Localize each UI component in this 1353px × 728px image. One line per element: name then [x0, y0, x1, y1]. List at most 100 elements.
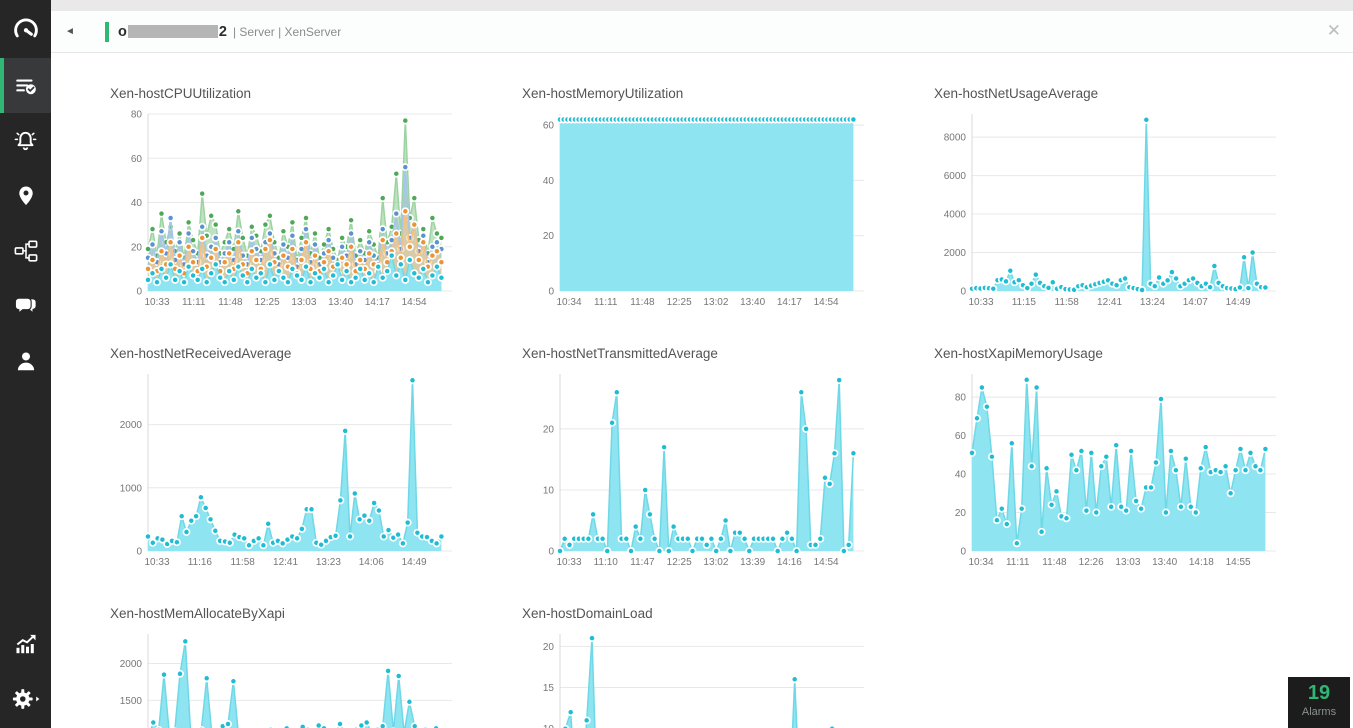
svg-text:8000: 8000	[944, 133, 967, 144]
svg-text:11:15: 11:15	[1012, 297, 1037, 308]
sidebar-item-alarms[interactable]	[0, 113, 51, 168]
svg-text:40: 40	[131, 198, 143, 209]
svg-text:60: 60	[955, 431, 967, 442]
svg-text:11:48: 11:48	[1042, 557, 1067, 568]
sidebar-item-settings[interactable]	[0, 671, 51, 726]
area-chart[interactable]: 05101520	[522, 629, 864, 728]
svg-text:13:03: 13:03	[1115, 557, 1140, 568]
settings-gear-icon	[12, 688, 39, 709]
svg-text:13:39: 13:39	[740, 557, 765, 568]
svg-text:20: 20	[955, 508, 967, 519]
area-chart[interactable]: 0 2000 4000 6000 8000 10:33 11:15 11:58 12:41 13:…	[934, 109, 1276, 309]
app-logo[interactable]	[0, 0, 51, 58]
svg-text:4000: 4000	[944, 210, 967, 221]
alarm-bell-icon	[14, 131, 37, 151]
chart-title: Xen-hostNetTransmittedAverage	[522, 346, 718, 361]
sidebar-item-reports[interactable]	[0, 616, 51, 671]
svg-text:13:40: 13:40	[1152, 557, 1177, 568]
charts-panel: Xen-hostCPUUtilization 0 20 40 60 80 10:33 11:…	[51, 53, 1353, 728]
window-top-strip	[51, 0, 1353, 11]
redacted-monitor-name	[127, 25, 218, 38]
svg-text:12:41: 12:41	[1097, 297, 1122, 308]
svg-text:13:24: 13:24	[1140, 297, 1165, 308]
svg-text:11:48: 11:48	[630, 297, 655, 308]
svg-text:11:10: 11:10	[594, 557, 619, 568]
svg-text:14:55: 14:55	[1226, 557, 1251, 568]
svg-text:0: 0	[136, 287, 142, 298]
svg-text:10:33: 10:33	[556, 557, 581, 568]
charts-grid: Xen-hostCPUUtilization 0 20 40 60 80 10:33 11:…	[51, 53, 1353, 728]
area-chart[interactable]: 0500100015002000	[110, 629, 452, 728]
chart-host-domain-load: Xen-hostDomainLoad 05101520	[522, 606, 934, 728]
svg-text:14:54: 14:54	[402, 297, 427, 308]
svg-text:14:54: 14:54	[814, 557, 839, 568]
alarms-count: 19	[1307, 682, 1331, 704]
svg-text:60: 60	[543, 121, 555, 132]
svg-text:60: 60	[131, 154, 143, 165]
chat-bubbles-icon	[14, 297, 36, 315]
chart-host-net-received-average: Xen-hostNetReceivedAverage 0 1000 2000 10:3…	[110, 346, 522, 606]
svg-text:14:06: 14:06	[359, 557, 384, 568]
sidebar-item-monitors[interactable]	[0, 58, 51, 113]
svg-text:2000: 2000	[120, 420, 143, 431]
sidebar-item-chat[interactable]	[0, 278, 51, 333]
area-chart[interactable]: 0 20 40 60 10:34 11:11 11:48 12:25 13:02 13:40 14:…	[522, 109, 864, 309]
empty-grid-cell	[934, 606, 1346, 728]
svg-text:0: 0	[548, 287, 554, 298]
svg-text:13:02: 13:02	[703, 557, 728, 568]
area-chart[interactable]: 0 10 20 10:33 11:10 11:47 12:25 13:02 13:39 14:16…	[522, 369, 864, 569]
svg-text:11:47: 11:47	[630, 557, 655, 568]
area-chart[interactable]: 0 20 40 60 80 10:34 11:11 11:48 12:26 13:03 13:40 1…	[934, 369, 1276, 569]
back-button[interactable]: ◄	[65, 26, 79, 37]
svg-text:40: 40	[955, 470, 967, 481]
area-chart[interactable]: 0 1000 2000 10:33 11:16 11:58 12:41 13:23 14:06 1…	[110, 369, 452, 569]
svg-text:13:40: 13:40	[740, 297, 765, 308]
svg-text:13:02: 13:02	[703, 297, 728, 308]
chart-title: Xen-hostNetReceivedAverage	[110, 346, 292, 361]
area-chart[interactable]: 0 20 40 60 80 10:33 11:11 11:48 12:25 13:03 13:40 1…	[110, 109, 452, 309]
chart-title: Xen-hostNetUsageAverage	[934, 86, 1099, 101]
svg-text:2000: 2000	[944, 248, 967, 259]
svg-text:11:16: 11:16	[188, 557, 213, 568]
svg-text:14:07: 14:07	[1183, 297, 1208, 308]
chart-host-memory-utilization: Xen-hostMemoryUtilization 0 20 40 60 10:34 11…	[522, 86, 934, 346]
topology-icon	[14, 239, 37, 262]
chart-host-net-usage-average: Xen-hostNetUsageAverage 0 2000 4000 6000 800…	[934, 86, 1346, 346]
xenserver-monitor-page: ◄ o 2 | Server | XenServer ✕ Xen-hostCPU…	[0, 0, 1353, 728]
svg-text:0: 0	[136, 547, 142, 558]
svg-text:10: 10	[543, 485, 555, 496]
svg-text:20: 20	[543, 642, 555, 653]
chart-title: Xen-hostXapiMemoryUsage	[934, 346, 1103, 361]
svg-text:11:11: 11:11	[182, 297, 206, 308]
monitor-name: o 2	[118, 24, 227, 40]
svg-text:14:17: 14:17	[365, 297, 390, 308]
svg-text:1000: 1000	[120, 483, 143, 494]
sidebar-item-maps[interactable]	[0, 168, 51, 223]
breadcrumb: | Server | XenServer	[232, 24, 342, 39]
svg-text:10: 10	[543, 724, 555, 728]
user-icon	[17, 351, 34, 370]
sidebar-item-topology[interactable]	[0, 223, 51, 278]
svg-text:12:25: 12:25	[255, 297, 280, 308]
sidebar-item-users[interactable]	[0, 333, 51, 388]
monitor-header: ◄ o 2 | Server | XenServer ✕	[51, 11, 1353, 53]
close-icon[interactable]: ✕	[1323, 19, 1345, 43]
svg-text:0: 0	[548, 547, 554, 558]
svg-text:11:58: 11:58	[1055, 297, 1080, 308]
svg-text:11:58: 11:58	[231, 557, 256, 568]
svg-text:11:11: 11:11	[1006, 557, 1030, 568]
alarms-badge[interactable]: 19 Alarms	[1288, 677, 1350, 728]
svg-text:14:49: 14:49	[1226, 297, 1251, 308]
sidebar-bottom	[0, 616, 51, 726]
svg-text:2000: 2000	[120, 659, 143, 670]
svg-text:40: 40	[543, 176, 555, 187]
svg-text:20: 20	[131, 242, 143, 253]
svg-text:80: 80	[131, 110, 143, 121]
svg-text:10:33: 10:33	[144, 297, 169, 308]
svg-text:13:40: 13:40	[328, 297, 353, 308]
chart-host-mem-allocate-by-xapi: Xen-hostMemAllocateByXapi 05001000150020…	[110, 606, 522, 728]
svg-text:15: 15	[543, 683, 555, 694]
svg-text:20: 20	[543, 424, 555, 435]
chart-host-cpu-utilization: Xen-hostCPUUtilization 0 20 40 60 80 10:33 11:…	[110, 86, 522, 346]
chart-title: Xen-hostMemAllocateByXapi	[110, 606, 285, 621]
